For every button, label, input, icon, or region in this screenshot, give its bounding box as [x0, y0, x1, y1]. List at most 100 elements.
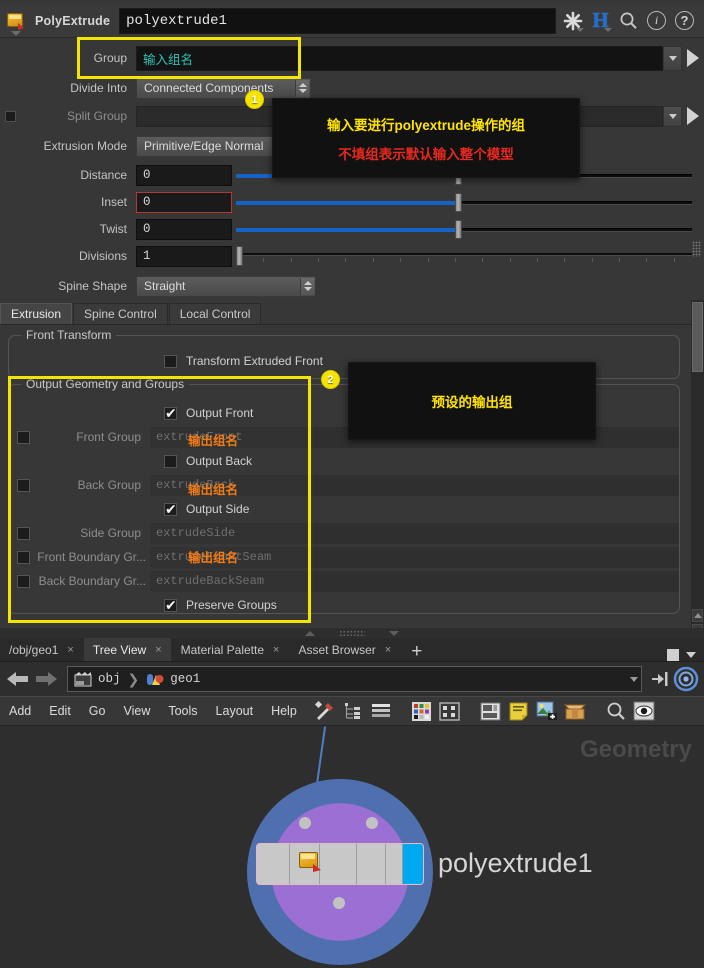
menu-layout[interactable]: Layout — [207, 704, 263, 718]
menu-tools[interactable]: Tools — [159, 704, 206, 718]
close-icon[interactable]: × — [273, 644, 279, 656]
search-icon[interactable] — [603, 698, 629, 724]
menu-add[interactable]: Add — [0, 704, 40, 718]
distance-input[interactable]: 0 — [136, 164, 232, 186]
list-layers-icon[interactable] — [368, 698, 394, 724]
inset-slider[interactable] — [236, 192, 692, 213]
splitter-grip-icon[interactable] — [339, 629, 365, 637]
close-icon[interactable]: × — [155, 644, 161, 656]
node-input-connector-1[interactable] — [299, 817, 311, 829]
display-eye-icon[interactable] — [631, 698, 657, 724]
pane-splitter[interactable] — [0, 628, 704, 638]
node-input-connector-2[interactable] — [366, 817, 378, 829]
split-group-dropdown-button[interactable] — [663, 105, 682, 127]
pane-tab-asset-browser[interactable]: Asset Browser × — [289, 638, 401, 661]
pane-tab-asset-browser-label: Asset Browser — [298, 642, 376, 657]
annotation-tooltip-1: 输入要进行polyextrude操作的组 不填组表示默认输入整个模型 — [272, 98, 580, 178]
node-output-connector[interactable] — [333, 897, 345, 909]
group-dropdown-button[interactable] — [663, 45, 682, 71]
add-image-icon[interactable] — [534, 698, 560, 724]
menu-edit[interactable]: Edit — [40, 704, 80, 718]
back-group-input-ext[interactable] — [314, 474, 679, 496]
pin-pane-icon[interactable] — [648, 667, 672, 691]
output-front-checkbox[interactable] — [164, 404, 177, 422]
inset-input[interactable]: 0 — [136, 191, 232, 213]
side-group-input-ext[interactable] — [314, 522, 679, 544]
help-icon[interactable]: ? — [672, 8, 697, 34]
layout-grid-icon[interactable] — [437, 698, 463, 724]
transform-extruded-front-checkbox[interactable] — [164, 354, 177, 368]
parameter-scrollbar[interactable] — [691, 300, 704, 638]
back-boundary-group-input[interactable]: extrudeBackSeam — [150, 570, 314, 592]
close-icon[interactable]: × — [385, 644, 391, 656]
output-front-label: Output Front — [186, 406, 254, 420]
node-display-flag[interactable] — [403, 844, 423, 884]
divide-into-menu[interactable]: Connected Components — [136, 77, 311, 99]
node-name-input[interactable]: polyextrude1 — [119, 7, 556, 34]
pane-tab-material-palette[interactable]: Material Palette × — [171, 638, 289, 661]
back-arrow-icon[interactable] — [5, 668, 31, 690]
menu-help[interactable]: Help — [262, 704, 306, 718]
houdini-h-icon[interactable]: H — [588, 8, 613, 34]
hierarchy-icon[interactable] — [340, 698, 366, 724]
forward-arrow-icon[interactable] — [33, 668, 59, 690]
node-polyextrude1[interactable] — [256, 843, 424, 885]
divisions-input[interactable]: 1 — [136, 245, 232, 267]
twist-slider[interactable] — [236, 219, 692, 240]
sticky-note-icon[interactable] — [506, 698, 532, 724]
pane-tab-tree-view[interactable]: Tree View × — [83, 638, 171, 661]
close-icon[interactable]: × — [67, 644, 73, 656]
panel-layout-icon[interactable] — [478, 698, 504, 724]
breadcrumb-geo1[interactable]: geo1 — [170, 672, 200, 686]
front-boundary-group-row: Front Boundary Gr... extrudeFrontSeam — [9, 545, 679, 569]
package-box-icon[interactable] — [562, 698, 588, 724]
chevron-down-icon[interactable] — [686, 652, 696, 658]
tab-extrusion[interactable]: Extrusion — [0, 303, 73, 324]
twist-input[interactable]: 0 — [136, 218, 232, 240]
menu-go[interactable]: Go — [80, 704, 115, 718]
back-group-checkbox[interactable] — [17, 478, 30, 492]
path-dropdown-icon[interactable] — [630, 676, 638, 682]
tools-icon[interactable] — [312, 698, 338, 724]
breadcrumb-obj[interactable]: obj — [98, 672, 121, 686]
maximize-pane-icon[interactable] — [667, 649, 679, 661]
output-side-label: Output Side — [186, 502, 250, 516]
side-group-input[interactable]: extrudeSide — [150, 522, 314, 544]
group-select-button[interactable] — [682, 47, 704, 69]
display-options-icon[interactable] — [672, 665, 700, 693]
tab-spine-control[interactable]: Spine Control — [73, 303, 168, 324]
info-icon[interactable]: i — [644, 8, 669, 34]
preserve-groups-checkbox[interactable] — [164, 596, 177, 614]
scroll-up-arrow-icon[interactable] — [692, 609, 703, 622]
splitter-down-icon[interactable] — [389, 630, 399, 636]
gear-icon[interactable] — [560, 8, 585, 34]
divisions-slider[interactable] — [236, 245, 692, 267]
network-canvas[interactable]: Geometry polyextrude1 — [0, 726, 704, 968]
resize-grip[interactable] — [692, 241, 701, 257]
spine-shape-menu[interactable]: Straight — [136, 275, 316, 297]
pane-tab-obj-geo1[interactable]: /obj/geo1 × — [0, 638, 83, 661]
back-boundary-group-input-ext[interactable] — [314, 570, 679, 592]
side-group-checkbox[interactable] — [17, 526, 30, 540]
obj-context-icon — [74, 671, 92, 687]
back-boundary-group-checkbox[interactable] — [17, 574, 30, 588]
group-input[interactable]: 输入组名 — [136, 45, 663, 71]
spine-shape-stepper[interactable] — [300, 277, 314, 295]
divide-into-stepper[interactable] — [295, 79, 309, 97]
output-side-checkbox[interactable] — [164, 500, 177, 518]
add-pane-tab-button[interactable]: + — [401, 642, 432, 661]
tab-local-control[interactable]: Local Control — [168, 303, 262, 324]
split-group-select-button[interactable] — [682, 105, 704, 127]
parameter-scrollbar-thumb[interactable] — [692, 302, 703, 372]
front-boundary-group-checkbox[interactable] — [17, 550, 30, 564]
color-palette-icon[interactable] — [409, 698, 435, 724]
output-back-checkbox[interactable] — [164, 454, 177, 468]
menu-view[interactable]: View — [114, 704, 159, 718]
search-icon[interactable] — [616, 8, 641, 34]
front-boundary-group-input-ext[interactable] — [314, 546, 679, 568]
front-group-checkbox[interactable] — [17, 430, 30, 444]
network-path-input[interactable]: obj ❯ geo1 — [67, 666, 642, 692]
split-group-checkbox[interactable] — [5, 110, 16, 122]
splitter-up-icon[interactable] — [305, 630, 315, 636]
back-boundary-group-row: Back Boundary Gr... extrudeBackSeam — [9, 569, 679, 593]
